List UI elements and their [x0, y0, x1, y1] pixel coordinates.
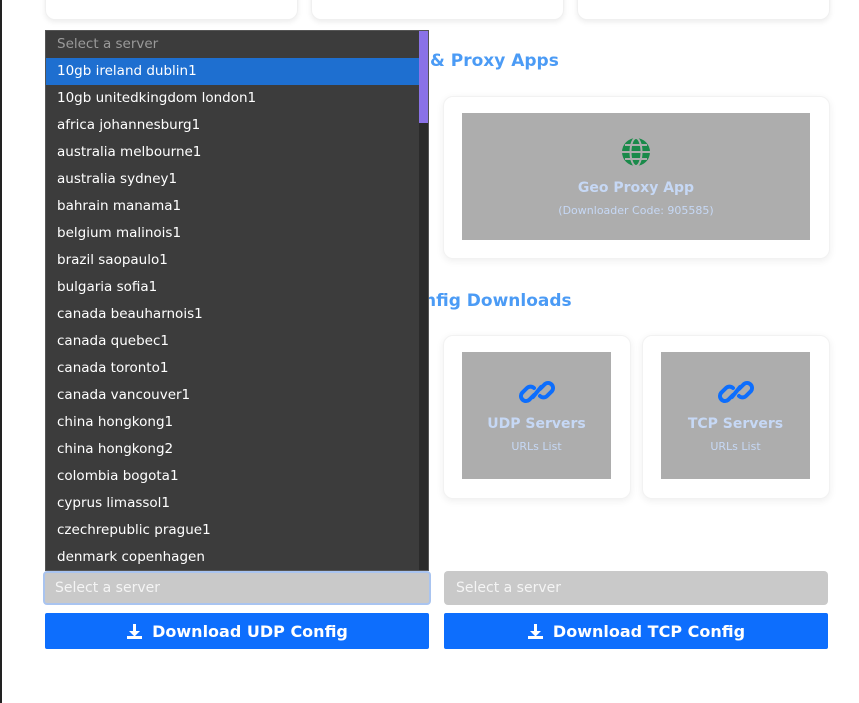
- dropdown-option[interactable]: denmark copenhagen: [46, 544, 420, 570]
- dropdown-option[interactable]: canada vancouver1: [46, 382, 420, 409]
- udp-servers-title: UDP Servers: [487, 416, 586, 432]
- dropdown-option[interactable]: australia sydney1: [46, 166, 420, 193]
- dropdown-option[interactable]: bahrain manama1: [46, 193, 420, 220]
- dropdown-options: Select a server 10gb ireland dublin1 10gb…: [46, 31, 420, 570]
- dropdown-option[interactable]: brazil saopaulo1: [46, 247, 420, 274]
- config-downloads-title: nfig Downloads: [424, 291, 572, 311]
- tcp-servers-card: TCP Servers URLs List: [642, 335, 830, 499]
- download-icon: [527, 623, 544, 640]
- geo-proxy-app-tile[interactable]: Geo Proxy App (Downloader Code: 905585): [462, 113, 810, 240]
- dropdown-option[interactable]: china hongkong2: [46, 436, 420, 463]
- dropdown-option[interactable]: africa johannesburg1: [46, 112, 420, 139]
- tcp-server-select[interactable]: Select a server: [444, 571, 828, 605]
- card-top-middle: [311, 0, 564, 20]
- tcp-servers-subtitle: URLs List: [710, 440, 761, 453]
- dropdown-placeholder: Select a server: [57, 36, 159, 52]
- udp-server-select[interactable]: Select a server: [43, 571, 431, 605]
- dropdown-option[interactable]: 10gb ireland dublin1: [46, 58, 420, 85]
- card-top-left: [45, 0, 298, 20]
- download-tcp-config-button[interactable]: Download TCP Config: [444, 613, 828, 649]
- dropdown-option[interactable]: canada toronto1: [46, 355, 420, 382]
- card-top-right: [577, 0, 830, 20]
- dropdown-option[interactable]: czechrepublic prague1: [46, 517, 420, 544]
- dropdown-option[interactable]: belgium malinois1: [46, 220, 420, 247]
- download-icon: [126, 623, 143, 640]
- dropdown-option[interactable]: cyprus limassol1: [46, 490, 420, 517]
- dropdown-option[interactable]: canada quebec1: [46, 328, 420, 355]
- download-udp-config-label: Download UDP Config: [152, 621, 348, 641]
- dropdown-scrollbar[interactable]: [419, 31, 428, 570]
- udp-servers-subtitle: URLs List: [511, 440, 562, 453]
- dropdown-scrollbar-thumb[interactable]: [419, 31, 428, 123]
- geo-proxy-title: Geo Proxy App: [577, 180, 695, 196]
- proxy-apps-title: & Proxy Apps: [430, 51, 559, 71]
- dropdown-option[interactable]: china hongkong1: [46, 409, 420, 436]
- download-tcp-config-label: Download TCP Config: [552, 621, 746, 641]
- dropdown-option[interactable]: colombia bogota1: [46, 463, 420, 490]
- download-udp-config-button[interactable]: Download UDP Config: [45, 613, 429, 649]
- link-icon: [518, 378, 555, 410]
- dropdown-option[interactable]: 10gb unitedkingdom london1: [46, 85, 420, 112]
- tcp-servers-tile[interactable]: TCP Servers URLs List: [661, 352, 810, 479]
- dropdown-option[interactable]: australia melbourne1: [46, 139, 420, 166]
- udp-servers-card: UDP Servers URLs List: [443, 335, 631, 499]
- udp-servers-tile[interactable]: UDP Servers URLs List: [462, 352, 611, 479]
- tcp-servers-title: TCP Servers: [687, 416, 784, 432]
- server-dropdown-list[interactable]: Select a server 10gb ireland dublin1 10gb…: [45, 30, 429, 571]
- window-edge: [0, 0, 2, 703]
- geo-proxy-subtitle: (Downloader Code: 905585): [558, 204, 714, 217]
- dropdown-option[interactable]: canada beauharnois1: [46, 301, 420, 328]
- link-icon: [717, 378, 754, 410]
- globe-icon: [620, 136, 652, 172]
- dropdown-option[interactable]: bulgaria sofia1: [46, 274, 420, 301]
- geo-proxy-card: Geo Proxy App (Downloader Code: 905585): [443, 96, 830, 259]
